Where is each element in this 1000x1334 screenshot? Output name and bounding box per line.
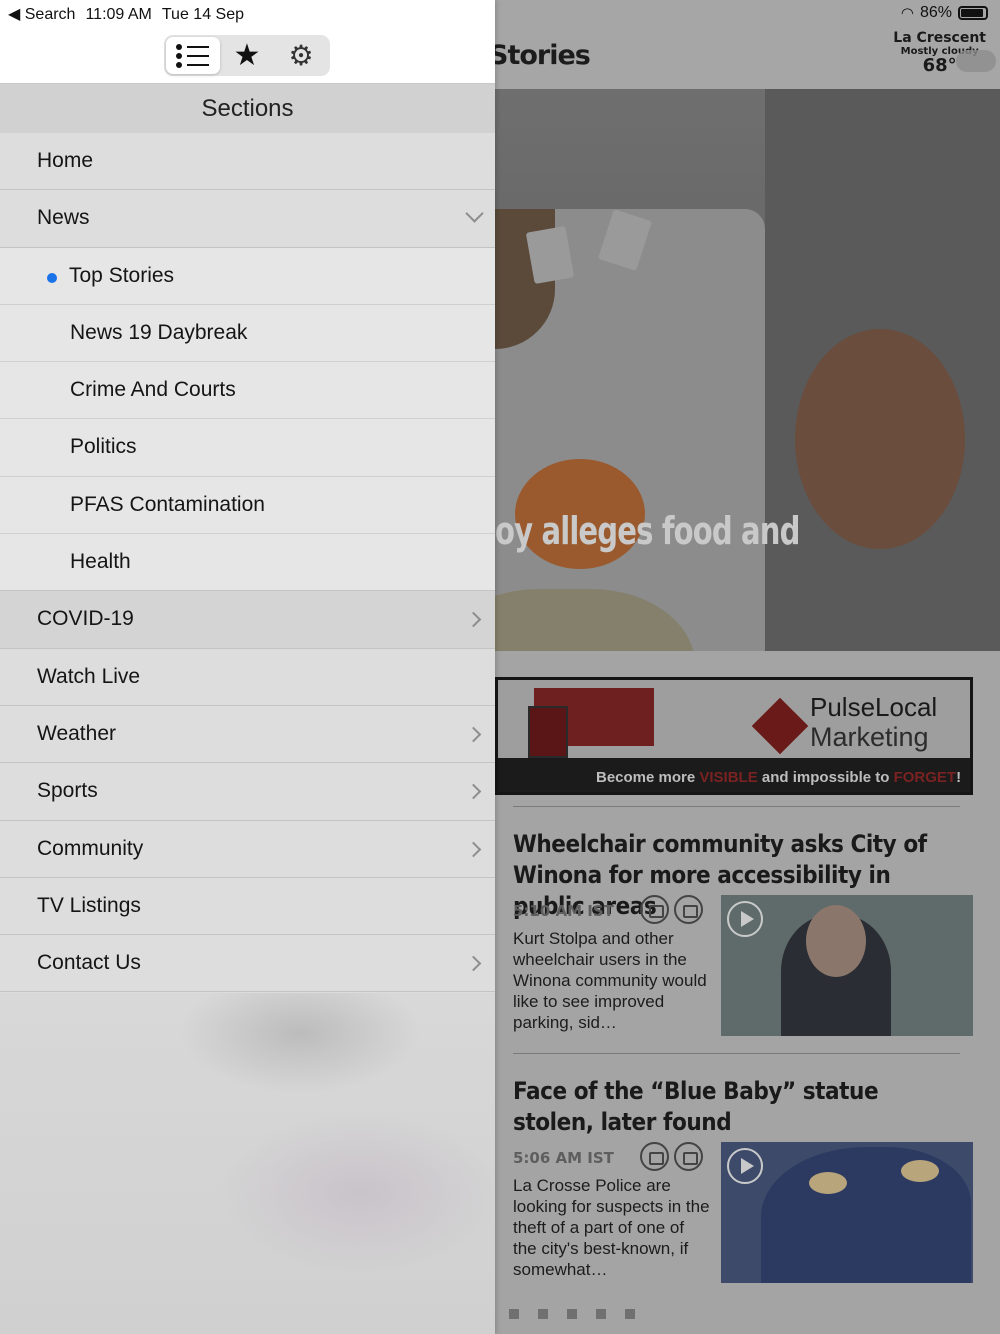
sections-tab-button[interactable] xyxy=(166,37,220,74)
favorites-tab-button[interactable]: ★ xyxy=(220,37,274,74)
divider xyxy=(513,806,960,807)
back-to-search[interactable]: ◀ Search xyxy=(8,6,75,23)
settings-tab-button[interactable]: ⚙ xyxy=(274,37,328,74)
content-header: Stories La Crescent Mostly cloudy 68° ◠ … xyxy=(495,0,1000,89)
divider xyxy=(513,1053,960,1054)
ad-tagline: Become more VISIBLE and impossible to FO… xyxy=(596,769,962,786)
gear-icon: ⚙ xyxy=(288,39,314,71)
status-date: Tue 14 Sep xyxy=(161,6,245,23)
menu-item-health[interactable]: Health xyxy=(0,534,495,592)
drawer-mode-segmented-control[interactable]: ★ ⚙ xyxy=(164,35,330,76)
menu-item-news[interactable]: News xyxy=(0,190,495,248)
story-time: 5:10 AM IST xyxy=(513,902,614,920)
play-icon[interactable] xyxy=(727,901,763,937)
menu-item-covid-19[interactable]: COVID-19 xyxy=(0,591,495,649)
cloud-icon xyxy=(956,50,996,72)
page-indicator[interactable] xyxy=(509,1309,635,1319)
story-card[interactable]: Face of the “Blue Baby” statue stolen, l… xyxy=(513,1076,973,1286)
advertisement-banner[interactable]: PulseLocal Marketing Become more VISIBLE… xyxy=(495,677,973,795)
story-summary: Kurt Stolpa and other wheelchair users i… xyxy=(513,929,707,1032)
chevron-right-icon xyxy=(465,841,482,857)
drawer-empty-area xyxy=(0,993,495,1334)
battery-percent: 86% xyxy=(919,4,952,21)
news-content-area[interactable]: Stories La Crescent Mostly cloudy 68° ◠ … xyxy=(495,0,1000,1334)
video-icon xyxy=(640,895,669,924)
hero-headline[interactable]: oy alleges food and xyxy=(495,509,800,553)
ad-brand-line1: PulseLocal xyxy=(810,692,938,722)
weather-widget[interactable]: La Crescent Mostly cloudy 68° xyxy=(893,30,996,76)
status-right: ◠ 86% xyxy=(901,4,988,22)
weather-city: La Crescent xyxy=(893,30,986,46)
drawer-top-bar: ◀ Search 11:09 AM Tue 14 Sep ★ ⚙ xyxy=(0,0,495,84)
gallery-icon xyxy=(674,895,703,924)
status-left: ◀ Search 11:09 AM Tue 14 Sep xyxy=(8,4,244,24)
ad-brand-line2: Marketing xyxy=(810,722,929,752)
menu-item-home[interactable]: Home xyxy=(0,133,495,191)
sections-heading: Sections xyxy=(0,84,495,133)
hero-story-image[interactable]: oy alleges food and xyxy=(495,89,1000,651)
story-summary: La Crosse Police are looking for suspect… xyxy=(513,1176,710,1279)
menu-item-crime-and-courts[interactable]: Crime And Courts xyxy=(0,362,495,420)
video-icon xyxy=(640,1142,669,1171)
menu-item-pfas-contamination[interactable]: PFAS Contamination xyxy=(0,476,495,535)
gallery-icon xyxy=(674,1142,703,1171)
story-card[interactable]: Wheelchair community asks City of Winona… xyxy=(513,829,973,1039)
story-headline[interactable]: Face of the “Blue Baby” statue stolen, l… xyxy=(513,1076,963,1138)
chevron-right-icon xyxy=(465,783,482,800)
battery-icon xyxy=(958,6,988,20)
chevron-right-icon xyxy=(465,612,482,628)
chevron-right-icon xyxy=(465,955,482,972)
chevron-down-icon xyxy=(465,204,484,223)
status-time: 11:09 AM xyxy=(85,6,152,23)
menu-item-news-19-daybreak[interactable]: News 19 Daybreak xyxy=(0,304,495,363)
menu-item-contact-us[interactable]: Contact Us xyxy=(0,935,495,993)
story-thumbnail[interactable] xyxy=(721,895,973,1036)
menu-item-politics[interactable]: Politics xyxy=(0,419,495,477)
play-icon[interactable] xyxy=(727,1148,763,1184)
menu-item-tv-listings[interactable]: TV Listings xyxy=(0,877,495,936)
brand-logo-icon xyxy=(751,697,809,755)
page-title: Stories xyxy=(495,40,591,71)
star-icon: ★ xyxy=(233,38,261,72)
menu-item-sports[interactable]: Sports xyxy=(0,763,495,821)
tablet-graphic xyxy=(528,706,568,758)
menu-item-watch-live[interactable]: Watch Live xyxy=(0,648,495,706)
wifi-icon: ◠ xyxy=(900,5,914,22)
story-time: 5:06 AM IST xyxy=(513,1149,614,1167)
sections-menu: Home News Top Stories News 19 Daybreak C… xyxy=(0,133,495,993)
menu-item-weather[interactable]: Weather xyxy=(0,705,495,764)
menu-item-top-stories[interactable]: Top Stories xyxy=(0,247,495,305)
story-thumbnail[interactable] xyxy=(721,1142,973,1283)
sections-drawer: ◀ Search 11:09 AM Tue 14 Sep ★ ⚙ Sections … xyxy=(0,0,495,1334)
menu-item-community[interactable]: Community xyxy=(0,820,495,878)
list-icon xyxy=(176,43,210,69)
chevron-right-icon xyxy=(465,726,482,743)
selected-indicator-icon xyxy=(47,272,57,283)
